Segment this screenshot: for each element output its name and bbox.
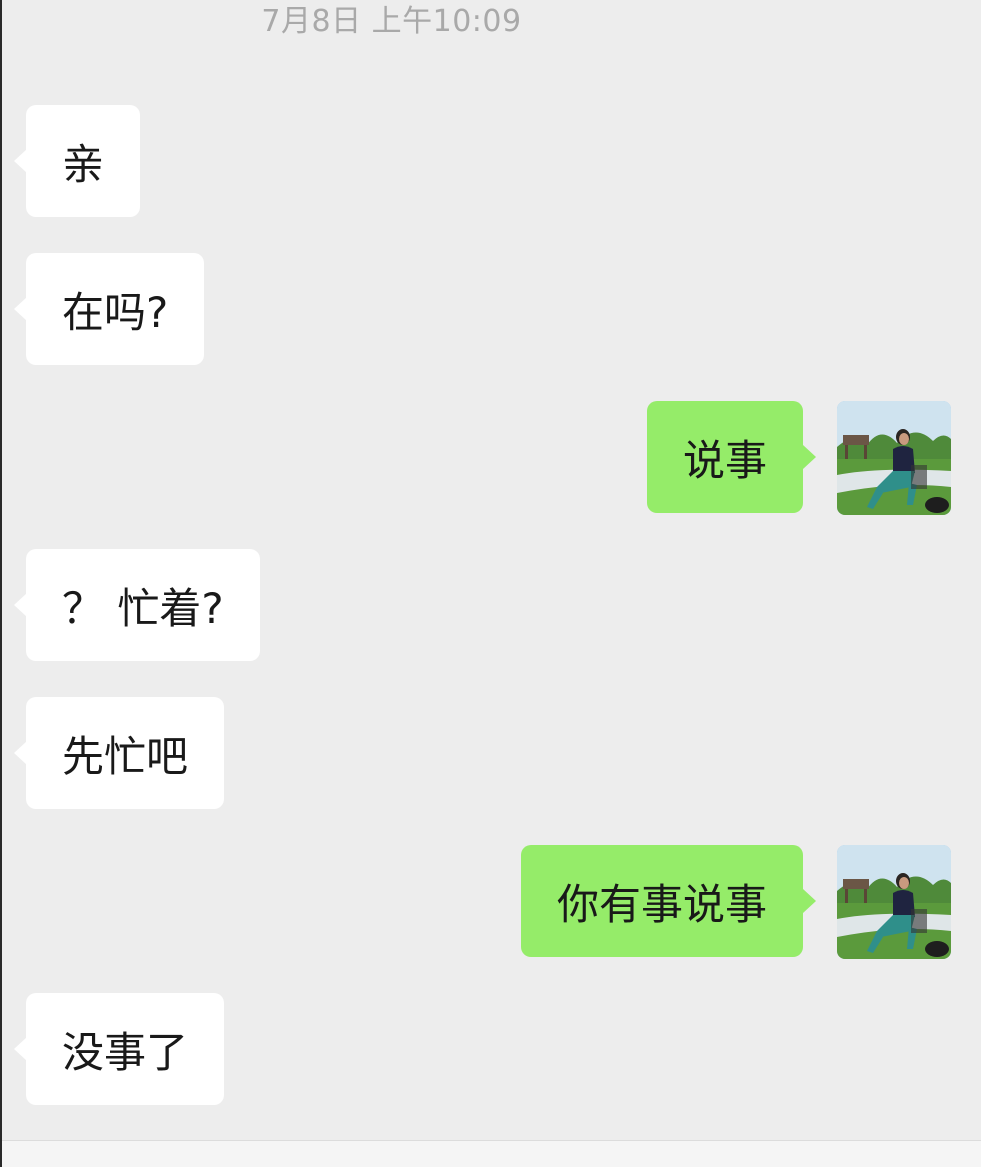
chat-screen: 7月8日 上午10:09 亲 在吗? 说事 ？ 忙着? 先忙吧 你有事说事 没事… (0, 0, 981, 1167)
message-timestamp: 7月8日 上午10:09 (261, 4, 522, 39)
avatar-photo-icon (837, 845, 951, 959)
incoming-message-bubble[interactable]: 在吗? (13, 253, 205, 365)
incoming-message-bubble[interactable]: ？ 忙着? (14, 549, 260, 661)
incoming-message-bubble[interactable]: 先忙吧 (13, 697, 225, 809)
input-bar-edge (2, 1140, 981, 1167)
incoming-message-bubble[interactable]: 亲 (13, 105, 141, 217)
user-avatar[interactable] (837, 845, 951, 959)
outgoing-message-bubble[interactable]: 说事 (646, 401, 817, 513)
incoming-message-bubble[interactable]: 没事了 (13, 993, 225, 1105)
avatar-photo-icon (837, 401, 951, 515)
user-avatar[interactable] (837, 401, 951, 515)
outgoing-message-bubble[interactable]: 你有事说事 (520, 845, 817, 957)
